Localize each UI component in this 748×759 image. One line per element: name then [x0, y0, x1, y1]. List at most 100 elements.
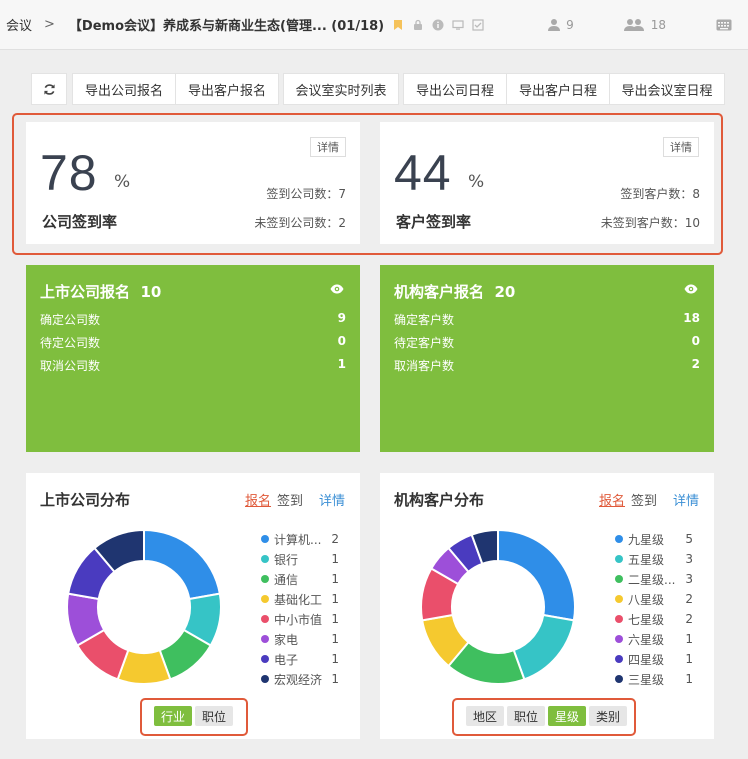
meeting-title: 【Demo会议】养成系与新商业生态(管理... (01/18)	[68, 19, 385, 34]
legend-label: 计算机...	[274, 532, 322, 547]
legend-item[interactable]: 银行 1	[261, 549, 339, 569]
donut-slice-0[interactable]	[143, 528, 221, 601]
export-client-schedule-button[interactable]: 导出客户日程	[506, 73, 610, 105]
legend-dot	[261, 555, 269, 563]
legend-item[interactable]: 中小市值 1	[261, 609, 339, 629]
legend-label: 七星级	[628, 612, 665, 627]
bookmark-icon[interactable]	[392, 19, 404, 31]
legend-value: 3	[685, 552, 693, 566]
registration-link[interactable]: 报名	[599, 494, 625, 509]
monitor-icon[interactable]	[452, 19, 464, 31]
legend-label: 四星级	[628, 652, 665, 667]
legend-item[interactable]: 九星级 5	[615, 529, 693, 549]
legend-dot	[615, 595, 623, 603]
checklist-icon[interactable]	[472, 18, 484, 31]
legend-item[interactable]: 四星级 1	[615, 649, 693, 669]
eye-icon[interactable]	[330, 284, 344, 294]
export-client-registration-button[interactable]: 导出客户报名	[175, 73, 279, 105]
listed-registration-title: 上市公司报名 10	[40, 283, 162, 301]
legend-item[interactable]: 七星级 2	[615, 609, 693, 629]
eye-icon[interactable]	[684, 284, 698, 294]
lock-icon[interactable]	[412, 19, 424, 31]
refresh-button[interactable]	[31, 73, 67, 105]
legend-item[interactable]: 八星级 2	[615, 589, 693, 609]
legend-dot	[615, 535, 623, 543]
listed-distribution-donut-chart	[66, 528, 222, 685]
legend-dot	[615, 675, 623, 683]
legend-dot	[261, 635, 269, 643]
legend-label: 家电	[274, 632, 299, 647]
institution-distribution-detail-link[interactable]: 详情	[673, 490, 699, 509]
group-icon	[623, 19, 644, 31]
refresh-icon	[43, 83, 55, 95]
export-company-schedule-button[interactable]: 导出公司日程	[403, 73, 507, 105]
legend-dot	[615, 555, 623, 563]
highlight-frame-rates	[12, 113, 723, 255]
donut-slice-1[interactable]	[512, 613, 575, 681]
donut-slice-0[interactable]	[497, 528, 576, 622]
legend-item[interactable]: 通信 1	[261, 569, 339, 589]
legend-value: 1	[331, 652, 339, 666]
listed-distribution-detail-link[interactable]: 详情	[319, 490, 345, 509]
legend-label: 银行	[274, 552, 299, 567]
legend-item[interactable]: 计算机... 2	[261, 529, 339, 549]
institution-registration-count: 20	[494, 283, 516, 301]
legend-item[interactable]: 电子 1	[261, 649, 339, 669]
legend-label: 三星级	[628, 672, 665, 687]
legend-label: 五星级	[628, 552, 665, 567]
legend-dot	[261, 615, 269, 623]
legend-item[interactable]: 三星级 1	[615, 669, 693, 689]
legend-value: 5	[685, 532, 693, 546]
listed-distribution-title: 上市公司分布	[40, 491, 131, 509]
legend-label: 九星级	[628, 532, 665, 547]
person-icon	[548, 19, 561, 31]
institution-distribution-links: 报名 签到	[599, 490, 657, 509]
export-meeting-room-schedule-button[interactable]: 导出会议室日程	[609, 73, 725, 105]
legend-value: 3	[685, 572, 693, 586]
attendee-count[interactable]: 9	[547, 18, 574, 32]
list-item: 待定客户数 0	[394, 334, 700, 350]
legend-item[interactable]: 六星级 1	[615, 629, 693, 649]
legend-item[interactable]: 宏观经济 1	[261, 669, 339, 689]
breadcrumb-home[interactable]: 会议	[6, 15, 32, 34]
institution-registration-title: 机构客户报名 20	[394, 283, 516, 301]
legend-item[interactable]: 五星级 3	[615, 549, 693, 569]
list-item: 待定公司数 0	[40, 334, 346, 350]
list-item: 确定客户数 18	[394, 311, 700, 327]
checkin-link[interactable]: 签到	[277, 494, 303, 509]
info-icon[interactable]	[432, 19, 444, 31]
legend-dot	[615, 635, 623, 643]
legend-dot	[615, 655, 623, 663]
breadcrumb-separator: >	[44, 17, 55, 32]
group-count-value: 18	[650, 18, 666, 32]
legend-item[interactable]: 二星级... 3	[615, 569, 693, 589]
legend-value: 1	[331, 572, 339, 586]
highlight-frame-listed-tags	[140, 698, 248, 736]
legend-value: 1	[685, 672, 693, 686]
highlight-frame-institution-tags	[452, 698, 636, 736]
legend-item[interactable]: 家电 1	[261, 629, 339, 649]
legend-label: 二星级...	[628, 572, 676, 587]
legend-value: 2	[685, 592, 693, 606]
legend-value: 1	[331, 612, 339, 626]
legend-item[interactable]: 基础化工 1	[261, 589, 339, 609]
checkin-link[interactable]: 签到	[631, 494, 657, 509]
legend-value: 2	[331, 532, 339, 546]
list-item: 确定公司数 9	[40, 311, 346, 327]
legend-value: 1	[331, 672, 339, 686]
institution-client-registration-card: 机构客户报名 20 确定客户数 18 待定客户数 0 取消客户数 2	[380, 265, 714, 452]
export-company-registration-button[interactable]: 导出公司报名	[72, 73, 176, 105]
listed-distribution-legend: 计算机... 2 银行 1 通信 1 基础化工 1 中小市值 1 家电 1 电子 1 宏观经济 1	[261, 529, 339, 689]
registration-link[interactable]: 报名	[245, 494, 271, 509]
legend-value: 1	[685, 632, 693, 646]
top-bar: 会议 > 【Demo会议】养成系与新商业生态(管理... (01/18) 9 1…	[0, 0, 748, 50]
listed-distribution-links: 报名 签到	[245, 490, 303, 509]
legend-label: 宏观经济	[274, 672, 323, 687]
legend-value: 1	[331, 632, 339, 646]
legend-label: 中小市值	[274, 612, 323, 627]
group-count[interactable]: 18	[623, 18, 666, 32]
listed-company-registration-card: 上市公司报名 10 确定公司数 9 待定公司数 0 取消公司数 1	[26, 265, 360, 452]
keyboard-icon[interactable]	[716, 19, 732, 31]
legend-dot	[261, 595, 269, 603]
meeting-room-live-list-button[interactable]: 会议室实时列表	[283, 73, 399, 105]
